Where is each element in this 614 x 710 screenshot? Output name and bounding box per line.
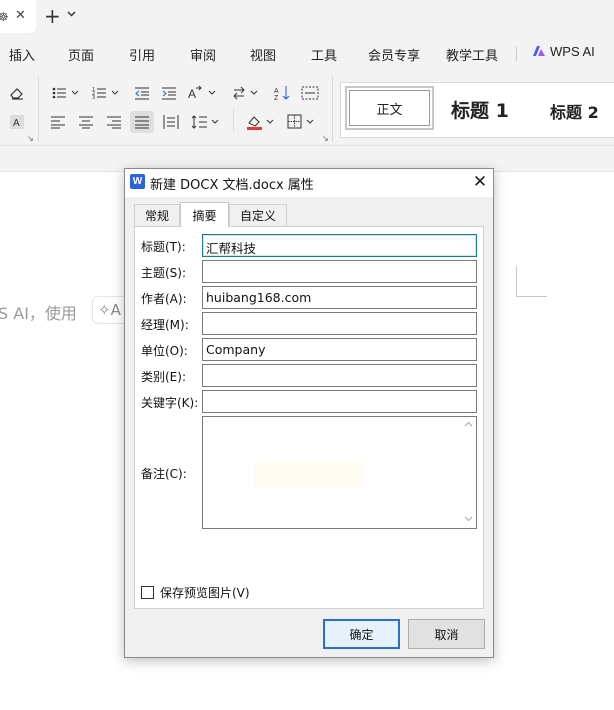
toolbar-separator: [38, 76, 39, 142]
document-tab[interactable]: ☸ ✕: [0, 0, 36, 33]
text-direction-icon[interactable]: A: [186, 83, 218, 103]
menu-tools[interactable]: 工具: [311, 45, 337, 64]
dialog-close-icon[interactable]: ✕: [469, 170, 491, 194]
chevron-down-icon[interactable]: [67, 10, 76, 20]
line-spacing-switch-icon[interactable]: [231, 83, 261, 103]
wps-ai-label: WPS AI: [550, 44, 595, 59]
menu-teaching-tools[interactable]: 教学工具: [446, 45, 498, 64]
style-gallery: 正文 标题 1 标题 2: [340, 82, 614, 138]
menu-references[interactable]: 引用: [129, 45, 155, 64]
distributed-align-icon[interactable]: [160, 112, 182, 132]
title-field-label: 标题(T):: [141, 240, 186, 254]
margin-corner-mark: [516, 266, 517, 296]
title-field[interactable]: 汇帮科技: [202, 234, 477, 257]
svg-text:Z: Z: [274, 95, 279, 101]
menu-view[interactable]: 视图: [250, 45, 276, 64]
properties-dialog: W 新建 DOCX 文档.docx 属性 ✕ 常规 摘要 自定义 标题(T): …: [124, 168, 494, 658]
text-highlight-icon[interactable]: A: [6, 112, 28, 132]
company-field[interactable]: Company: [202, 338, 477, 361]
dialog-launcher-icon[interactable]: ↘: [322, 134, 329, 143]
manager-field[interactable]: [202, 312, 477, 335]
numbered-list-icon[interactable]: 123: [91, 83, 121, 103]
svg-text:3: 3: [92, 95, 95, 100]
svg-text:A: A: [188, 87, 196, 101]
toolbar-separator: [332, 76, 333, 142]
manager-field-label: 经理(M):: [141, 318, 189, 332]
show-hide-marks-icon[interactable]: [299, 83, 321, 103]
document-ai-hint-text: S AI，使用: [0, 304, 77, 323]
ribbon-menu-bar: 插入 页面 引用 审阅 视图 工具 会员专享 教学工具 WPS AI: [0, 36, 614, 70]
notes-textarea[interactable]: [202, 416, 477, 529]
margin-corner-mark: [516, 296, 547, 297]
category-field-label: 类别(E):: [141, 370, 186, 384]
line-spacing-icon[interactable]: [190, 112, 222, 132]
align-left-icon[interactable]: [47, 112, 69, 132]
eraser-icon[interactable]: [6, 83, 28, 103]
ai-sparkle-icon: ✧A: [98, 301, 121, 319]
tab-summary[interactable]: 摘要: [180, 202, 229, 227]
justify-icon[interactable]: [130, 111, 154, 133]
close-tab-icon[interactable]: ✕: [15, 8, 26, 23]
menu-member[interactable]: 会员专享: [368, 45, 420, 64]
word-document-icon: W: [130, 174, 145, 189]
bullet-list-icon[interactable]: [51, 83, 81, 103]
keywords-field-label: 关键字(K):: [141, 396, 199, 410]
shading-icon[interactable]: [245, 112, 277, 132]
borders-icon[interactable]: [286, 112, 318, 132]
ok-button[interactable]: 确定: [323, 619, 400, 649]
subject-field-label: 主题(S):: [141, 266, 187, 280]
menu-page[interactable]: 页面: [68, 45, 94, 64]
menu-insert[interactable]: 插入: [9, 45, 35, 64]
sort-icon[interactable]: AZ: [272, 83, 294, 103]
increase-indent-icon[interactable]: [158, 83, 180, 103]
style-normal[interactable]: 正文: [345, 86, 434, 130]
cancel-button[interactable]: 取消: [408, 619, 485, 649]
wps-ai-logo-icon: [533, 46, 545, 56]
company-field-label: 单位(O):: [141, 344, 188, 358]
menu-review[interactable]: 审阅: [190, 45, 216, 64]
tab-custom[interactable]: 自定义: [229, 204, 287, 226]
toolbar-separator: [233, 108, 234, 132]
svg-text:A: A: [13, 118, 20, 129]
style-heading-2[interactable]: 标题 2: [550, 99, 599, 123]
style-heading-1[interactable]: 标题 1: [451, 96, 509, 123]
new-tab-plus-icon[interactable]: +: [44, 5, 61, 27]
notes-field-label: 备注(C):: [141, 467, 187, 481]
dialog-title-bar[interactable]: W 新建 DOCX 文档.docx 属性 ✕: [125, 169, 493, 197]
dialog-launcher-icon[interactable]: ↘: [27, 134, 34, 143]
author-field-label: 作者(A):: [141, 292, 187, 306]
summary-tab-panel: 标题(T): 汇帮科技 主题(S): 作者(A): huibang168.com…: [134, 226, 484, 609]
menu-separator: [516, 47, 517, 61]
subject-field[interactable]: [202, 260, 477, 283]
style-normal-label: 正文: [349, 90, 430, 126]
save-preview-row[interactable]: 保存预览图片(V): [141, 584, 250, 601]
wps-ai-button[interactable]: WPS AI: [532, 44, 595, 59]
tab-strip: ☸ ✕ +: [0, 0, 614, 36]
align-center-icon[interactable]: [75, 112, 97, 132]
ribbon-toolbar: A ↘ 123 A AZ ↘ 正文 标题 1 标题 2: [0, 70, 614, 146]
document-icon: ☸: [0, 10, 9, 24]
decrease-indent-icon[interactable]: [131, 83, 153, 103]
category-field[interactable]: [202, 364, 477, 387]
keywords-field[interactable]: [202, 390, 477, 413]
align-right-icon[interactable]: [103, 112, 125, 132]
save-preview-checkbox[interactable]: [141, 586, 154, 599]
svg-text:A: A: [274, 88, 279, 95]
dialog-title: 新建 DOCX 文档.docx 属性: [150, 178, 314, 193]
author-field[interactable]: huibang168.com: [202, 286, 477, 309]
save-preview-label: 保存预览图片(V): [160, 586, 250, 600]
tab-general[interactable]: 常规: [134, 204, 180, 226]
